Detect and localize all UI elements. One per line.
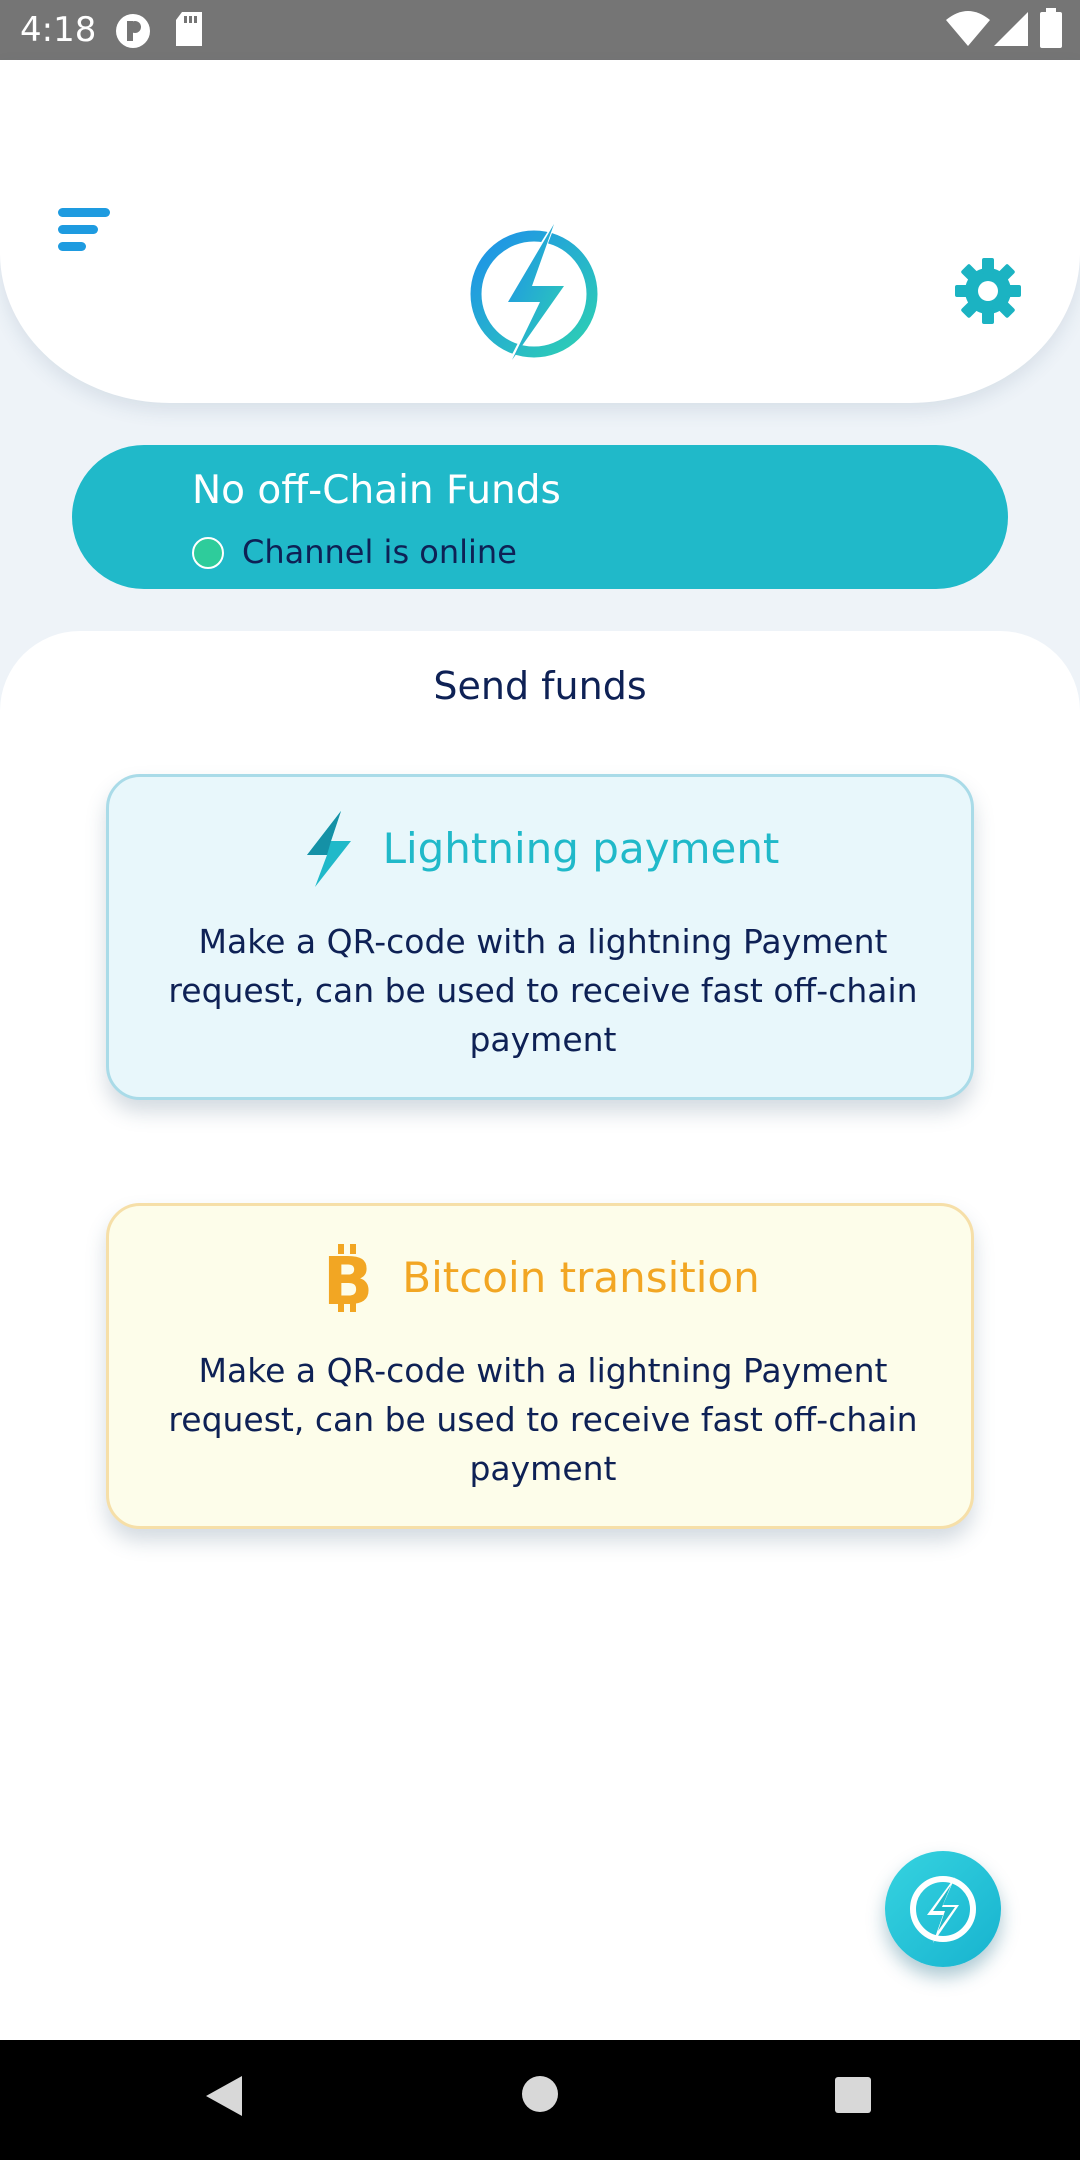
- card-header: Lightning payment: [109, 811, 971, 887]
- notification-p-icon: [114, 12, 152, 54]
- back-button[interactable]: [204, 2074, 244, 2122]
- menu-icon: [58, 208, 110, 251]
- card-header: B Bitcoin transition: [109, 1240, 971, 1316]
- section-title: Send funds: [433, 664, 647, 708]
- menu-button[interactable]: [58, 200, 118, 260]
- lightning-icon: [306, 811, 351, 887]
- back-icon: [206, 2076, 242, 2116]
- lightning-logo-icon: [470, 212, 598, 370]
- bitcoin-icon: B: [323, 1243, 373, 1316]
- lightning-fab-button[interactable]: [885, 1851, 1001, 1967]
- sd-card-icon: [174, 12, 204, 52]
- status-time: 4:18: [20, 10, 97, 50]
- battery-icon: [1040, 8, 1062, 52]
- funds-title: No off-Chain Funds: [192, 468, 561, 513]
- card-description: Make a QR-code with a lightning Payment …: [168, 1351, 918, 1488]
- gear-icon: [955, 258, 1021, 324]
- app-header: [0, 60, 1080, 403]
- funds-status-card: No off-Chain Funds Channel is online: [72, 445, 1008, 589]
- cell-signal-icon: [994, 10, 1030, 52]
- lightning-payment-card[interactable]: Lightning payment Make a QR-code with a …: [106, 774, 974, 1100]
- online-status-dot: [192, 537, 224, 569]
- svg-text:B: B: [323, 1243, 373, 1316]
- card-title: Lightning payment: [382, 824, 780, 873]
- settings-button[interactable]: [953, 256, 1023, 326]
- card-title: Bitcoin transition: [402, 1253, 760, 1302]
- wifi-icon: [946, 10, 990, 52]
- lightning-circle-icon: [910, 1876, 976, 1943]
- recents-icon: [835, 2077, 871, 2113]
- status-bar: 4:18: [0, 0, 1080, 60]
- recents-button[interactable]: [834, 2076, 872, 2118]
- channel-status-text: Channel is online: [242, 533, 517, 571]
- bitcoin-transition-card[interactable]: B Bitcoin transition Make a QR-code with…: [106, 1203, 974, 1529]
- home-button[interactable]: [520, 2074, 560, 2118]
- home-icon: [522, 2076, 558, 2112]
- card-description: Make a QR-code with a lightning Payment …: [168, 922, 918, 1059]
- system-nav-bar: [0, 2040, 1080, 2160]
